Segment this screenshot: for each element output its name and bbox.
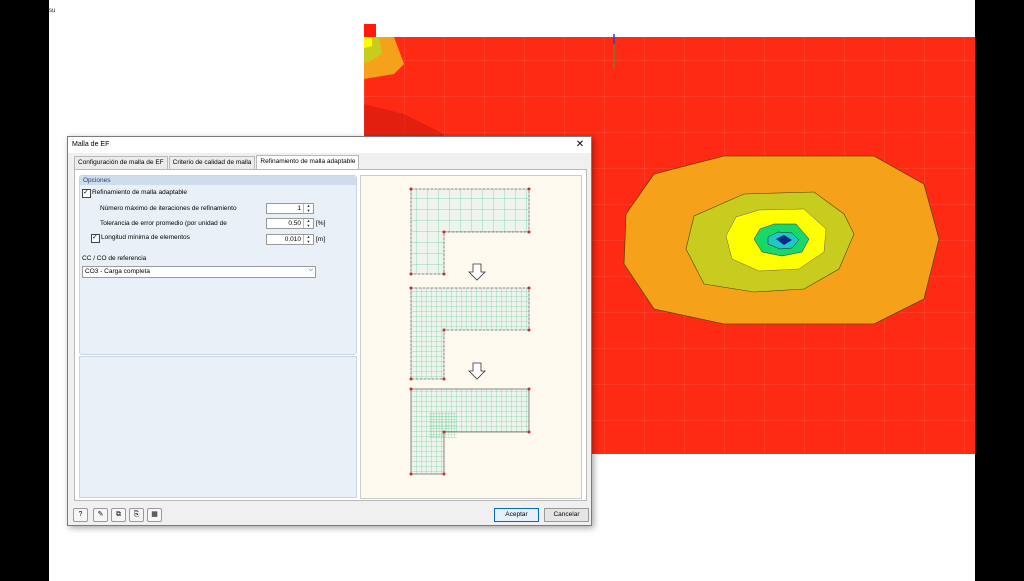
- dialog-title: Malla de EF: [72, 141, 110, 148]
- copy-icon[interactable]: ⧉: [111, 508, 126, 522]
- tolerance-input[interactable]: 0.50 ▲ ▼: [266, 218, 314, 229]
- adaptive-refinement-checkbox[interactable]: ✓: [82, 189, 91, 198]
- close-icon[interactable]: ✕: [569, 137, 591, 153]
- help-icon[interactable]: ?: [73, 508, 88, 522]
- checkmark-icon: ✓: [83, 189, 89, 196]
- min-length-unit: [m]: [316, 236, 326, 243]
- ok-button[interactable]: Aceptar: [494, 508, 539, 522]
- paste-icon[interactable]: ⎘: [129, 508, 144, 522]
- units-icon[interactable]: ▦: [147, 508, 162, 522]
- tolerance-value: 0.50: [288, 220, 301, 227]
- spinner-arrows-icon[interactable]: ▲ ▼: [303, 234, 313, 244]
- corner-label: su: [49, 8, 56, 14]
- tab-mesh-quality[interactable]: Criterio de calidad de malla: [168, 156, 256, 169]
- options-group: Opciones ✓ Refinamiento de malla adaptab…: [79, 175, 357, 355]
- adaptive-refinement-label: Refinamiento de malla adaptable: [92, 189, 188, 196]
- tab-mesh-settings[interactable]: Configuración de malla de EF: [74, 156, 168, 169]
- spinner-arrows-icon[interactable]: ▲ ▼: [303, 203, 313, 213]
- tab-bar: Configuración de malla de EF Criterio de…: [74, 155, 360, 169]
- tab-adaptive-refinement[interactable]: Refinamiento de malla adaptable: [256, 155, 360, 169]
- min-length-label: Longitud mínima de elementos: [101, 234, 190, 241]
- blank-panel: [79, 356, 357, 498]
- checkmark-icon: ✓: [92, 234, 98, 241]
- chevron-down-icon: ⌵: [308, 267, 313, 273]
- dialog-titlebar[interactable]: Malla de EF ✕: [68, 137, 591, 153]
- min-length-input[interactable]: 0.010 ▲ ▼: [266, 234, 314, 245]
- tolerance-label: Tolerancia de error promedio (por unidad…: [100, 220, 227, 227]
- refinement-preview: [360, 175, 582, 499]
- refinement-illustration: [409, 187, 531, 476]
- options-title: Opciones: [83, 177, 111, 184]
- fe-mesh-dialog[interactable]: Malla de EF ✕ Configuración de malla de …: [67, 136, 592, 526]
- edit-icon[interactable]: ✎: [93, 508, 108, 522]
- options-header: Opciones: [80, 176, 356, 185]
- min-length-checkbox[interactable]: ✓: [91, 234, 100, 243]
- reference-load-combo-select[interactable]: CO3 - Carga completa ⌵: [82, 266, 316, 278]
- spinner-arrows-icon[interactable]: ▲ ▼: [303, 218, 313, 228]
- min-length-value: 0.010: [284, 236, 301, 243]
- arrow-down-icon: [468, 362, 486, 380]
- max-iterations-label: Número máximo de iteraciones de refinami…: [100, 205, 237, 212]
- tolerance-unit: [%]: [316, 220, 326, 227]
- arrow-down-icon: [468, 263, 486, 281]
- max-iterations-value: 1: [297, 205, 301, 212]
- cancel-button[interactable]: Cancelar: [544, 508, 589, 522]
- reference-load-combo-value: CO3 - Carga completa: [85, 268, 151, 275]
- tab-content: Opciones ✓ Refinamiento de malla adaptab…: [74, 169, 587, 501]
- reference-label: CC / CO de referencia: [82, 255, 147, 262]
- max-iterations-input[interactable]: 1 ▲ ▼: [266, 203, 314, 214]
